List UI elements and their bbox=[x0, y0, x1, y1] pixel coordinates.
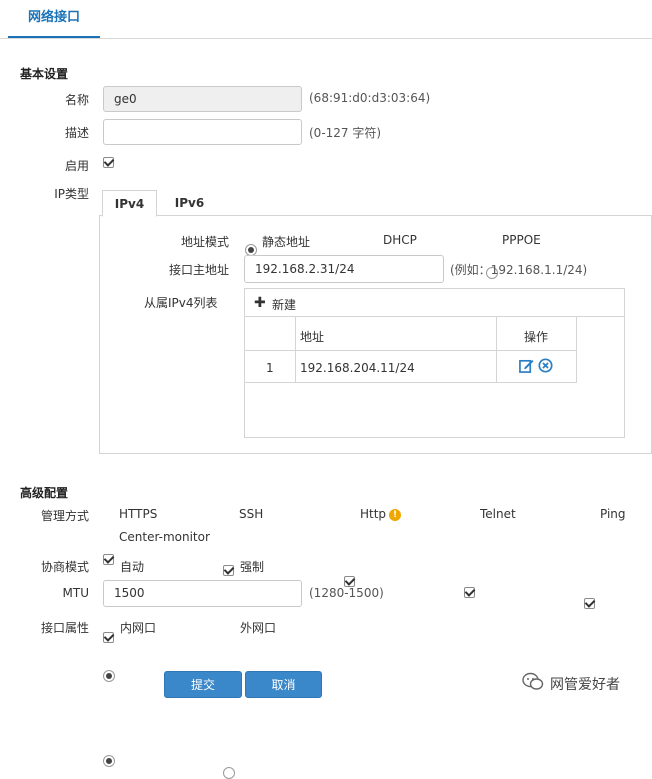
primary-address-hint: (例如：192.168.1.1/24) bbox=[450, 263, 588, 277]
enable-label: 启用 bbox=[64, 159, 89, 173]
mac-address-hint: (68:91:d0:d3:03:64) bbox=[309, 91, 431, 105]
ping-checkbox[interactable] bbox=[584, 598, 595, 609]
plus-icon[interactable]: ✚ bbox=[254, 296, 266, 310]
table-toolbar bbox=[245, 289, 624, 317]
enable-checkbox[interactable] bbox=[103, 157, 114, 168]
interface-attr-label: 接口属性 bbox=[40, 621, 89, 635]
column-header-action: 操作 bbox=[524, 330, 549, 344]
negotiation-label: 协商模式 bbox=[40, 560, 89, 574]
tab-ipv6[interactable]: IPv6 bbox=[162, 190, 217, 216]
ssh-checkbox[interactable] bbox=[223, 565, 234, 576]
attr-external-label: 外网口 bbox=[240, 621, 277, 635]
ping-label: Ping bbox=[600, 507, 626, 521]
basic-settings-title: 基本设置 bbox=[20, 67, 69, 81]
column-divider bbox=[576, 317, 577, 383]
nego-auto-label: 自动 bbox=[120, 560, 145, 574]
warning-icon[interactable]: ! bbox=[389, 509, 401, 521]
header-divider bbox=[0, 38, 652, 39]
mode-pppoe-label: PPPOE bbox=[502, 233, 541, 247]
name-label: 名称 bbox=[64, 93, 89, 107]
row-index: 1 bbox=[266, 361, 274, 375]
nego-auto-radio[interactable] bbox=[103, 670, 115, 682]
telnet-checkbox[interactable] bbox=[464, 587, 475, 598]
primary-address-label: 接口主地址 bbox=[169, 263, 230, 277]
mtu-label: MTU bbox=[62, 586, 89, 600]
nego-force-label: 强制 bbox=[240, 560, 265, 574]
mtu-hint: (1280-1500) bbox=[309, 586, 384, 600]
description-label: 描述 bbox=[64, 126, 89, 140]
https-label: HTTPS bbox=[119, 507, 158, 521]
submit-button[interactable]: 提交 bbox=[164, 671, 242, 698]
delete-icon[interactable] bbox=[538, 358, 553, 373]
edit-icon[interactable] bbox=[519, 358, 534, 373]
primary-address-input[interactable]: 192.168.2.31/24 bbox=[244, 255, 444, 283]
column-header-address: 地址 bbox=[300, 330, 325, 344]
new-button[interactable]: 新建 bbox=[272, 296, 296, 313]
http-label: Http bbox=[360, 507, 387, 521]
secondary-ipv4-label: 从属IPv4列表 bbox=[144, 296, 218, 310]
address-mode-label: 地址模式 bbox=[181, 235, 230, 249]
management-label: 管理方式 bbox=[40, 509, 89, 523]
advanced-settings-title: 高级配置 bbox=[20, 486, 69, 500]
https-checkbox[interactable] bbox=[103, 554, 114, 565]
attr-external-radio[interactable] bbox=[223, 767, 235, 779]
ip-type-label: IP类型 bbox=[54, 187, 89, 201]
attr-internal-radio[interactable] bbox=[103, 755, 115, 767]
wechat-logo-icon bbox=[522, 672, 544, 690]
cancel-button[interactable]: 取消 bbox=[245, 671, 322, 698]
description-hint: (0-127 字符) bbox=[309, 126, 382, 140]
description-field[interactable] bbox=[103, 119, 302, 145]
tab-network-interface[interactable]: 网络接口 bbox=[8, 0, 100, 38]
mode-dhcp-label: DHCP bbox=[383, 233, 417, 247]
mtu-input[interactable]: 1500 bbox=[103, 580, 302, 607]
mode-static-label: 静态地址 bbox=[262, 235, 311, 249]
attr-internal-label: 内网口 bbox=[120, 621, 157, 635]
center-monitor-checkbox[interactable] bbox=[103, 632, 114, 643]
center-monitor-label: Center-monitor bbox=[119, 530, 210, 544]
tab-ipv4[interactable]: IPv4 bbox=[102, 190, 157, 217]
watermark-text: 网管爱好者 bbox=[550, 677, 620, 693]
ssh-label: SSH bbox=[239, 507, 264, 521]
name-field: ge0 bbox=[103, 86, 302, 112]
telnet-label: Telnet bbox=[480, 507, 516, 521]
row-address: 192.168.204.11/24 bbox=[300, 361, 415, 375]
